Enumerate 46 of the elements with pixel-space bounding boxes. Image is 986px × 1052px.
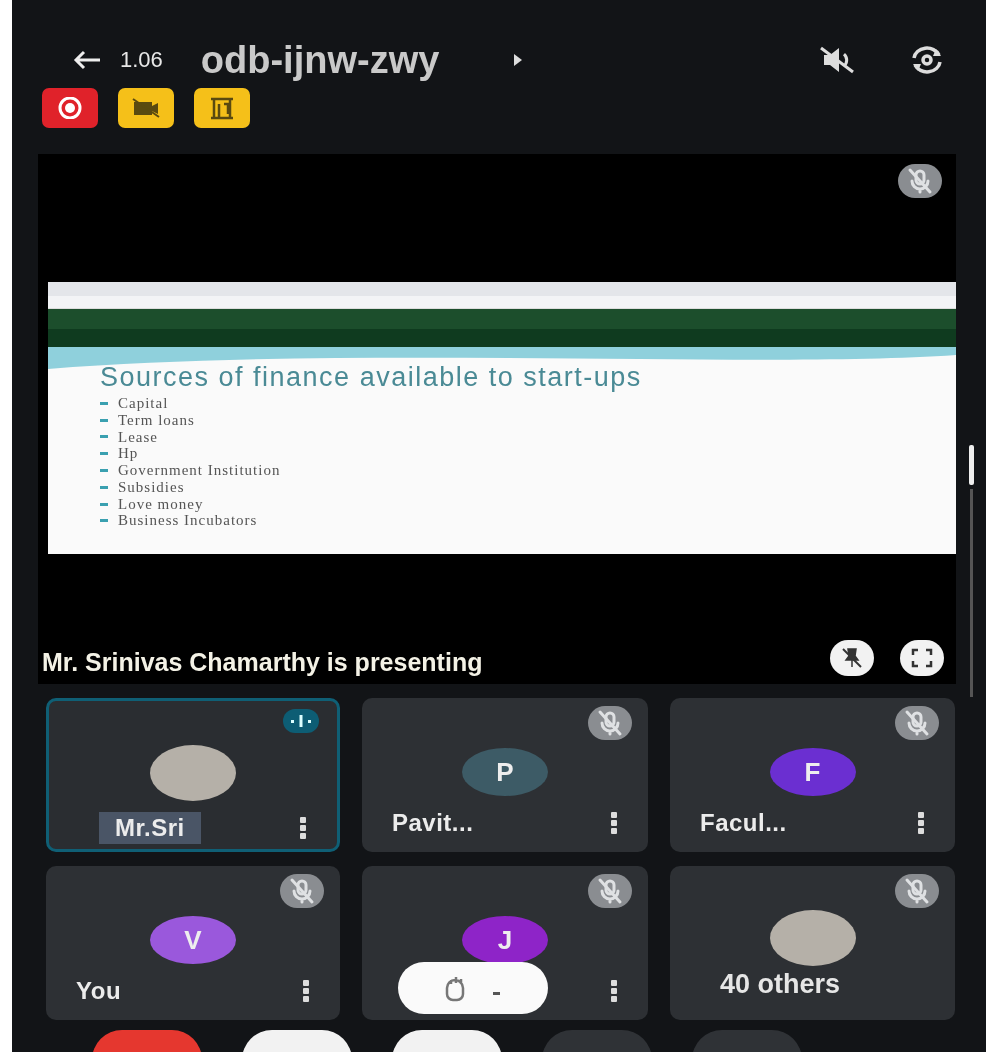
slide-bullet: Love money bbox=[118, 495, 204, 513]
more-options-icon[interactable] bbox=[610, 811, 618, 835]
more-options-icon[interactable] bbox=[302, 979, 310, 1003]
avatar-initial: J bbox=[462, 916, 548, 964]
avatar-initial: F bbox=[769, 748, 856, 796]
speed-label: 1.06 bbox=[120, 47, 163, 73]
avatar-initial: P bbox=[462, 748, 548, 796]
pin-off-icon bbox=[841, 647, 863, 669]
back-arrow-icon[interactable] bbox=[72, 49, 102, 71]
speaker-off-icon[interactable] bbox=[818, 45, 856, 75]
avatar-initial: V bbox=[150, 916, 236, 964]
status-chip[interactable] bbox=[194, 88, 250, 128]
participant-tile[interactable]: Mr.Sri bbox=[46, 698, 340, 852]
slide-bullet: Capital bbox=[118, 394, 169, 412]
more-options-icon[interactable] bbox=[610, 979, 618, 1003]
record-icon bbox=[57, 97, 83, 119]
slide-bullet: Lease bbox=[118, 428, 158, 446]
fullscreen-icon bbox=[911, 648, 933, 668]
camera-off-icon bbox=[131, 97, 161, 119]
status-chip[interactable] bbox=[42, 88, 98, 128]
building-icon bbox=[208, 96, 236, 120]
slide-bullet: Business Incubators bbox=[118, 512, 258, 530]
participant-tile[interactable]: F Facul... bbox=[670, 698, 955, 852]
more-options-icon[interactable] bbox=[917, 811, 925, 835]
participant-name: You bbox=[76, 977, 122, 1005]
slide-bullet: Government Institution bbox=[118, 462, 281, 480]
more-options-icon[interactable] bbox=[299, 816, 307, 840]
play-icon[interactable] bbox=[513, 53, 524, 67]
meeting-code: odb-ijnw-zwy bbox=[200, 38, 440, 82]
participant-tile[interactable]: P Pavit... bbox=[362, 698, 648, 852]
slide-bullet: Hp bbox=[118, 445, 139, 463]
participant-tile[interactable]: 40 others bbox=[670, 866, 955, 1020]
participant-name: Facul... bbox=[700, 809, 787, 837]
participant-tile[interactable]: V You bbox=[46, 866, 340, 1020]
status-chip[interactable] bbox=[118, 88, 174, 128]
fullscreen-button[interactable] bbox=[900, 640, 944, 676]
speaking-indicator-icon bbox=[283, 709, 319, 733]
slide-bullet: Subsidies bbox=[118, 478, 185, 496]
participant-name: Pavit... bbox=[392, 809, 474, 837]
slide-bullet: Term loans bbox=[118, 411, 195, 429]
slide-title: Sources of finance available to start-ups bbox=[100, 363, 643, 391]
participant-tile[interactable]: J bbox=[362, 866, 648, 1020]
others-count[interactable]: 40 others bbox=[720, 969, 841, 1000]
unpin-button[interactable] bbox=[830, 640, 874, 676]
raise-hand-popup[interactable] bbox=[398, 962, 548, 1014]
participant-name: Mr.Sri bbox=[99, 812, 201, 844]
